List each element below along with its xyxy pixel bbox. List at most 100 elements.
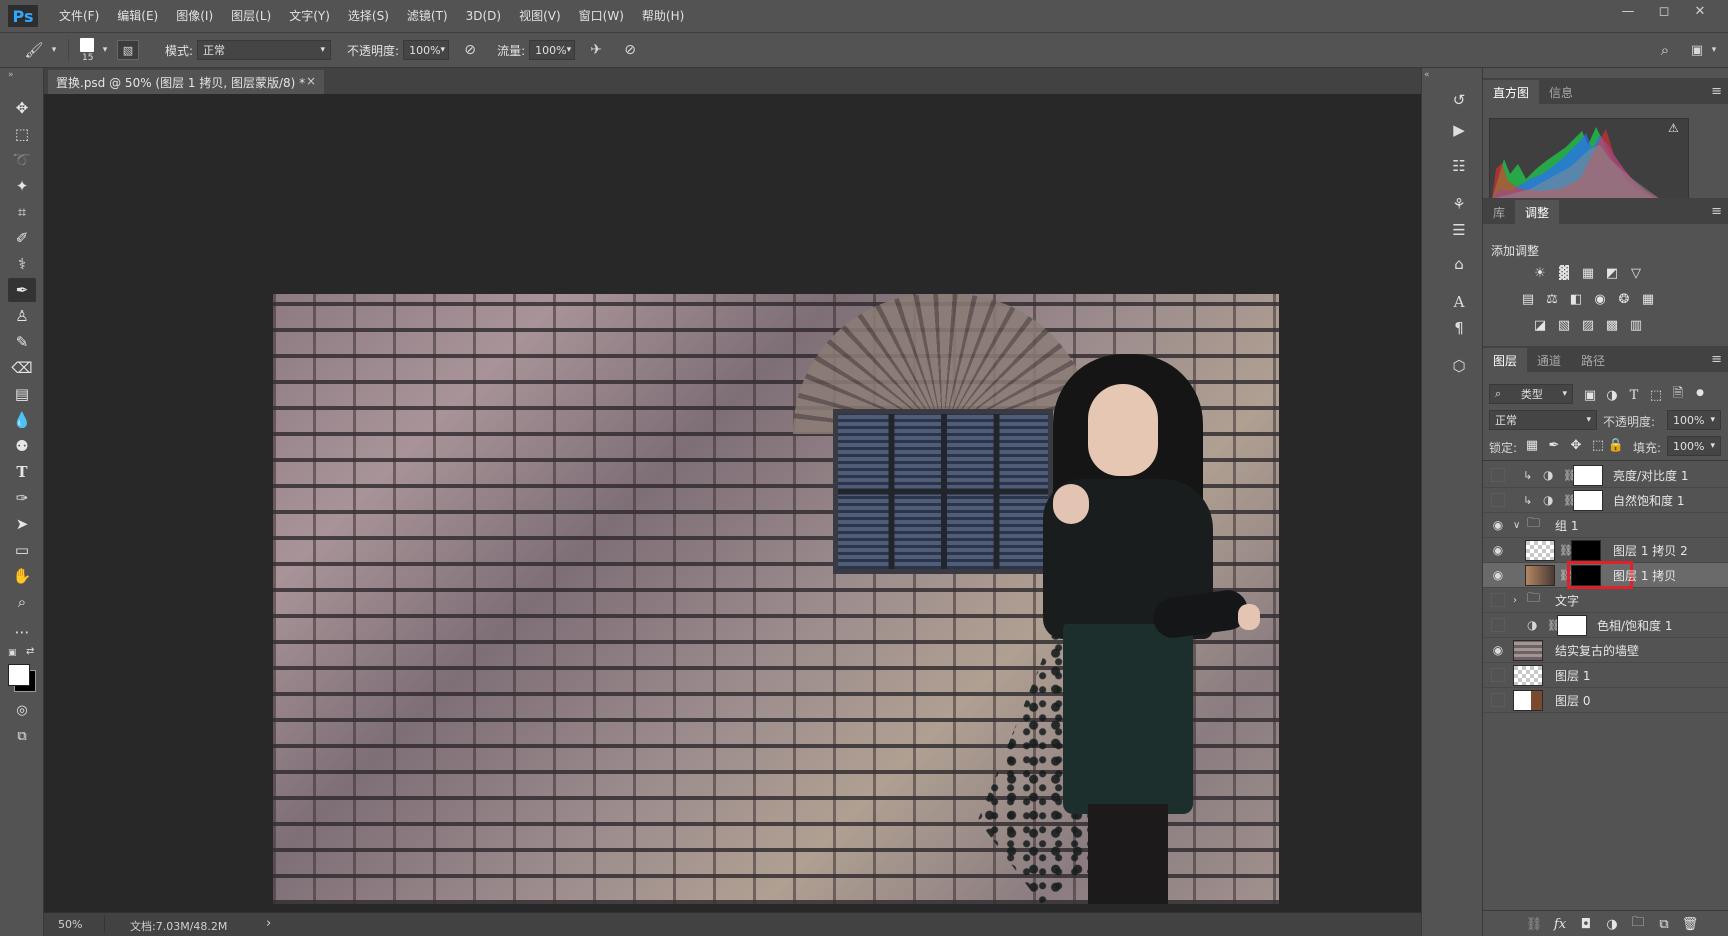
add-mask-icon[interactable]: ◘ bbox=[1577, 915, 1595, 933]
chevron-down-icon[interactable]: ▾ bbox=[99, 45, 111, 55]
chevron-down-icon[interactable]: ▾ bbox=[1708, 39, 1720, 61]
vibrance-icon[interactable]: ▽ bbox=[1627, 264, 1645, 282]
lasso-tool-icon[interactable]: ➰ bbox=[8, 148, 36, 172]
panel-menu-icon[interactable]: ≡ bbox=[1711, 84, 1722, 99]
menu-window[interactable]: 窗口(W) bbox=[570, 0, 633, 32]
layer-row[interactable]: ◑ ⛓ 色相/饱和度 1 bbox=[1483, 613, 1728, 638]
brush-tool-icon[interactable]: ✒ bbox=[8, 278, 36, 302]
layer-row[interactable]: 图层 0 bbox=[1483, 688, 1728, 713]
visibility-toggle[interactable] bbox=[1491, 493, 1505, 507]
airbrush-icon[interactable]: ✈ bbox=[585, 39, 607, 61]
zoom-level[interactable]: 50% bbox=[58, 918, 82, 931]
eye-icon[interactable]: ◉ bbox=[1489, 566, 1507, 584]
filter-toggle-icon[interactable]: ● bbox=[1691, 384, 1709, 402]
brush-panel-icon[interactable]: ⚘ bbox=[1445, 192, 1473, 216]
panel-menu-icon[interactable]: ≡ bbox=[1711, 204, 1722, 219]
filter-adjustment-icon[interactable]: ◑ bbox=[1603, 386, 1621, 404]
search-icon[interactable]: ⌕ bbox=[1654, 39, 1676, 61]
layer-name[interactable]: 图层 1 拷贝 bbox=[1613, 567, 1676, 584]
brush-size-picker[interactable]: 15 bbox=[77, 35, 99, 65]
trash-icon[interactable]: 🗑 bbox=[1681, 915, 1699, 933]
lock-all-icon[interactable]: 🔒 bbox=[1607, 436, 1625, 454]
eraser-tool-icon[interactable]: ⌫ bbox=[8, 356, 36, 380]
quick-mask-icon[interactable]: ◎ bbox=[8, 698, 36, 722]
layer-thumbnail[interactable] bbox=[1525, 564, 1555, 586]
tab-adjustments[interactable]: 调整 bbox=[1515, 200, 1560, 224]
character-panel-icon[interactable]: A bbox=[1445, 290, 1473, 314]
selective-color-icon[interactable]: ▩ bbox=[1603, 316, 1621, 334]
new-layer-icon[interactable]: ⧉ bbox=[1655, 915, 1673, 933]
tab-info[interactable]: 信息 bbox=[1539, 80, 1583, 104]
brush-panel-toggle-icon[interactable]: ▧ bbox=[117, 40, 139, 60]
chevron-down-icon[interactable]: ▾ bbox=[567, 45, 572, 55]
layer-mask-thumbnail[interactable] bbox=[1571, 539, 1601, 561]
path-selection-tool-icon[interactable]: ➤ bbox=[8, 512, 36, 536]
layer-name[interactable]: 图层 1 bbox=[1555, 667, 1590, 684]
workspace-icon[interactable]: ▣ bbox=[1686, 39, 1708, 61]
lock-position-icon[interactable]: ✥ bbox=[1567, 436, 1585, 454]
maximize-button[interactable]: ◻ bbox=[1646, 0, 1682, 22]
layer-mask-thumbnail[interactable] bbox=[1557, 614, 1587, 636]
layer-name[interactable]: 自然饱和度 1 bbox=[1613, 492, 1684, 509]
lock-artboard-icon[interactable]: ⬚ bbox=[1589, 436, 1607, 454]
layer-row[interactable]: ◉ 结实复古的墙壁 bbox=[1483, 638, 1728, 663]
paragraph-panel-icon[interactable]: ¶ bbox=[1445, 316, 1473, 340]
layer-name[interactable]: 图层 1 拷贝 2 bbox=[1613, 542, 1688, 559]
brush-tool-preset-icon[interactable]: 🖌 bbox=[20, 38, 48, 62]
filter-smart-object-icon[interactable]: 🗎 bbox=[1669, 386, 1687, 404]
close-tab-icon[interactable]: × bbox=[306, 74, 316, 88]
marquee-tool-icon[interactable]: ⬚ bbox=[8, 122, 36, 146]
blend-mode-select[interactable]: 正常 ▾ bbox=[1489, 410, 1597, 430]
layer-group-row[interactable]: › 🗀 文字 bbox=[1483, 588, 1728, 613]
menu-type[interactable]: 文字(Y) bbox=[280, 0, 339, 32]
tab-layers[interactable]: 图层 bbox=[1483, 348, 1528, 372]
3d-panel-icon[interactable]: ⬡ bbox=[1445, 354, 1473, 378]
layer-thumbnail[interactable] bbox=[1513, 689, 1543, 711]
gradient-map-icon[interactable]: ▥ bbox=[1627, 316, 1645, 334]
invert-icon[interactable]: ◪ bbox=[1531, 316, 1549, 334]
pressure-opacity-icon[interactable]: ⊘ bbox=[459, 39, 481, 61]
clone-source-icon[interactable]: ⌂ bbox=[1445, 252, 1473, 276]
menu-help[interactable]: 帮助(H) bbox=[633, 0, 693, 32]
pressure-size-icon[interactable]: ⊘ bbox=[619, 39, 641, 61]
black-white-icon[interactable]: ◧ bbox=[1567, 290, 1585, 308]
color-lookup-icon[interactable]: ▦ bbox=[1639, 290, 1657, 308]
menu-image[interactable]: 图像(I) bbox=[167, 0, 222, 32]
tab-libraries[interactable]: 库 bbox=[1483, 200, 1515, 224]
channel-mixer-icon[interactable]: ❂ bbox=[1615, 290, 1633, 308]
brightness-icon[interactable]: ☀ bbox=[1531, 264, 1549, 282]
tab-channels[interactable]: 通道 bbox=[1527, 348, 1571, 372]
chevron-down-icon[interactable]: ∨ bbox=[1513, 520, 1520, 531]
menu-view[interactable]: 视图(V) bbox=[510, 0, 570, 32]
eyedropper-tool-icon[interactable]: ✐ bbox=[8, 226, 36, 250]
panel-menu-icon[interactable]: ≡ bbox=[1711, 352, 1722, 367]
dock-collapse-strip[interactable]: « bbox=[1421, 68, 1435, 936]
layer-name[interactable]: 结实复古的墙壁 bbox=[1555, 642, 1639, 659]
minimize-button[interactable]: — bbox=[1610, 0, 1646, 22]
chevron-down-icon[interactable]: ▾ bbox=[441, 45, 446, 55]
pen-tool-icon[interactable]: ✑ bbox=[8, 486, 36, 510]
layer-row[interactable]: ↳ ◑ ⛓ 自然饱和度 1 bbox=[1483, 488, 1728, 513]
chevron-down-icon[interactable]: ▾ bbox=[1710, 415, 1715, 425]
layer-thumbnail[interactable] bbox=[1513, 639, 1543, 661]
posterize-icon[interactable]: ▧ bbox=[1555, 316, 1573, 334]
move-tool-icon[interactable]: ✥ bbox=[8, 96, 36, 120]
curves-icon[interactable]: ▦ bbox=[1579, 264, 1597, 282]
healing-brush-tool-icon[interactable]: ⚕ bbox=[8, 252, 36, 276]
menu-select[interactable]: 选择(S) bbox=[339, 0, 398, 32]
crop-tool-icon[interactable]: ⌗ bbox=[8, 200, 36, 224]
threshold-icon[interactable]: ▨ bbox=[1579, 316, 1597, 334]
hue-saturation-icon[interactable]: ▤ bbox=[1519, 290, 1537, 308]
fill-input[interactable]: 100% ▾ bbox=[1667, 436, 1721, 456]
gradient-tool-icon[interactable]: ▤ bbox=[8, 382, 36, 406]
eye-icon[interactable]: ◉ bbox=[1489, 641, 1507, 659]
default-colors-icon[interactable]: ▣ bbox=[8, 648, 18, 658]
menu-layer[interactable]: 图层(L) bbox=[222, 0, 280, 32]
layer-row[interactable]: 图层 1 bbox=[1483, 663, 1728, 688]
zoom-tool-icon[interactable]: ⌕ bbox=[8, 590, 36, 614]
color-balance-icon[interactable]: ⚖ bbox=[1543, 290, 1561, 308]
photo-filter-icon[interactable]: ◉ bbox=[1591, 290, 1609, 308]
hand-tool-icon[interactable]: ✋ bbox=[8, 564, 36, 588]
new-group-icon[interactable]: 🗀 bbox=[1629, 915, 1647, 933]
foreground-color-swatch[interactable] bbox=[8, 664, 30, 686]
